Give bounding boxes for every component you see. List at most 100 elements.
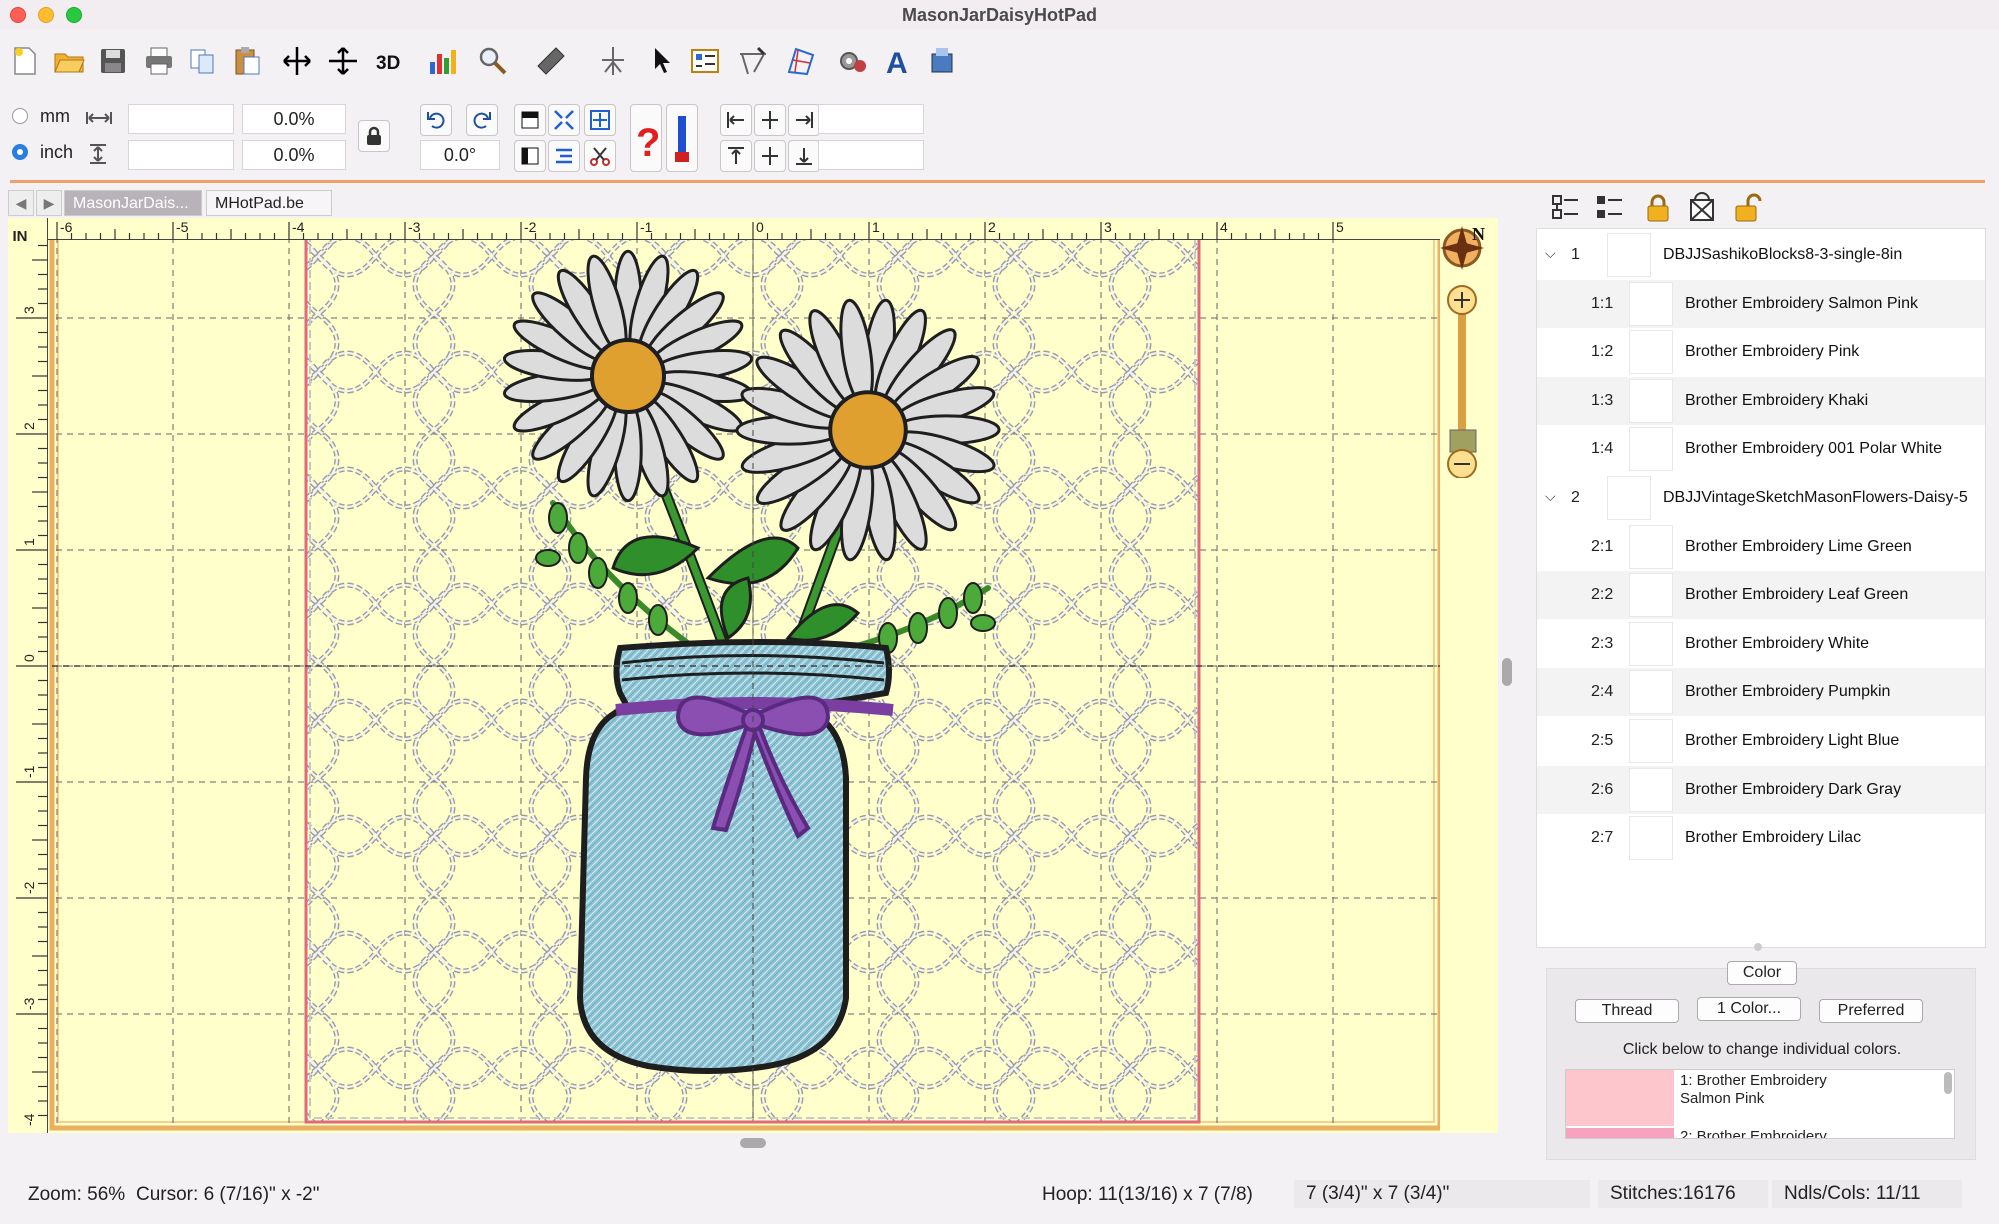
color-swatch[interactable] [1566, 1070, 1674, 1126]
align-right-edge-button[interactable] [788, 104, 820, 136]
save-button[interactable] [94, 42, 132, 80]
zoom-button[interactable] [474, 42, 512, 80]
tree-row-thumbnail [1629, 524, 1673, 569]
stitch-tool-button[interactable] [594, 42, 632, 80]
unit-mm-radio[interactable] [12, 108, 28, 124]
one-color-button[interactable]: 1 Color... [1697, 997, 1801, 1021]
hide-button[interactable] [1686, 192, 1720, 226]
minimize-window-button[interactable] [38, 7, 54, 23]
lock-button[interactable] [1642, 192, 1676, 226]
chevron-down-icon[interactable]: ⌵ [1545, 488, 1556, 505]
mirror-horizontal-button[interactable] [278, 42, 316, 80]
thread-spool-button[interactable] [666, 104, 698, 172]
tree-thread-row[interactable]: 1:2 Brother Embroidery Pink [1537, 328, 1985, 376]
unit-inch-radio[interactable] [12, 144, 28, 160]
rotation-input[interactable]: 0.0° [420, 140, 500, 170]
color-header-button[interactable]: Color [1727, 961, 1797, 985]
design-canvas[interactable]: -6 -5 -4 -3 -2 -1 0 1 2 3 4 5 3 2 1 0 -1 -2 -3 -4 IN N [8, 218, 1498, 1133]
tree-group-row[interactable]: ⌵ 1 DBJJSashikoBlocks8-3-single-8in [1537, 231, 1985, 279]
thread-button[interactable]: Thread [1575, 999, 1679, 1023]
tree-thread-row[interactable]: 1:4 Brother Embroidery 001 Polar White [1537, 425, 1985, 473]
tree-row-number: 1:1 [1591, 294, 1614, 312]
fit-hoop-button[interactable] [548, 104, 580, 136]
tree-thread-row[interactable]: 2:1 Brother Embroidery Lime Green [1537, 523, 1985, 571]
align-right-edge-icon [796, 112, 813, 128]
align-h-center-button[interactable] [754, 104, 786, 136]
color-list[interactable]: 1: Brother Embroidery Salmon Pink 2: Bro… [1565, 1069, 1955, 1139]
tree-row-number: 1:4 [1591, 440, 1614, 458]
print-button[interactable] [140, 42, 178, 80]
maximize-window-button[interactable] [66, 7, 82, 23]
tree-row-number: 2:6 [1591, 780, 1614, 798]
new-file-button[interactable] [6, 42, 44, 80]
3d-view-button[interactable]: 3D [372, 42, 410, 80]
edit-stitches-button[interactable] [734, 42, 772, 80]
statistics-button[interactable] [424, 42, 462, 80]
paste-button[interactable] [228, 42, 266, 80]
copy-button[interactable] [184, 42, 222, 80]
align-top-button[interactable] [514, 104, 546, 136]
hide-box-icon [1690, 192, 1714, 221]
width-input[interactable] [128, 104, 234, 134]
cut-button[interactable] [584, 140, 616, 172]
aspect-lock-button[interactable] [358, 120, 390, 152]
tree-thread-row[interactable]: 2:6 Brother Embroidery Dark Gray [1537, 765, 1985, 814]
export-button[interactable] [924, 42, 962, 80]
close-window-button[interactable] [10, 7, 26, 23]
tree-thread-row[interactable]: 2:2 Brother Embroidery Leaf Green [1537, 571, 1985, 620]
tree-thread-row[interactable]: 2:7 Brother Embroidery Lilac [1537, 814, 1985, 862]
tree-thread-row[interactable]: 1:3 Brother Embroidery Khaki [1537, 376, 1985, 425]
text-tool-button[interactable]: A [880, 42, 918, 80]
unlock-button[interactable] [1730, 192, 1764, 226]
position-y-input[interactable] [818, 140, 924, 170]
flip-vertical-icon [329, 47, 357, 75]
align-top-edge-button[interactable] [720, 140, 752, 172]
chevron-down-icon[interactable]: ⌵ [1545, 245, 1556, 262]
collapse-all-button[interactable] [1594, 192, 1628, 226]
open-file-button[interactable] [50, 42, 88, 80]
expand-all-button[interactable] [1550, 192, 1584, 226]
align-bottom-edge-button[interactable] [788, 140, 820, 172]
vertical-scroll-thumb[interactable] [1502, 658, 1512, 686]
tree-thread-row[interactable]: 2:3 Brother Embroidery White [1537, 620, 1985, 668]
height-input[interactable] [128, 140, 234, 170]
tree-row-thumbnail [1629, 816, 1673, 861]
tree-thread-row[interactable]: 2:5 Brother Embroidery Light Blue [1537, 717, 1985, 765]
tab-mhotpad[interactable]: MHotPad.be [206, 190, 332, 216]
tree-thread-row[interactable]: 1:1 Brother Embroidery Salmon Pink [1537, 279, 1985, 328]
tab-next-button[interactable]: ▶ [36, 190, 62, 216]
rotate-left-button[interactable] [420, 104, 452, 136]
align-left-button[interactable] [514, 140, 546, 172]
measure-button[interactable] [532, 42, 570, 80]
vertical-scrollbar[interactable] [1500, 218, 1516, 1133]
transform-button[interactable] [782, 42, 820, 80]
main-toolbar: 3D A [0, 34, 1999, 86]
preferred-button[interactable]: Preferred [1819, 999, 1923, 1023]
tree-thread-row[interactable]: 2:4 Brother Embroidery Pumpkin [1537, 668, 1985, 717]
panel-splitter[interactable] [1754, 943, 1762, 951]
settings-button[interactable] [834, 42, 872, 80]
stitch-icon [602, 47, 624, 75]
object-tree[interactable]: ⌵ 1 DBJJSashikoBlocks8-3-single-8in 1:1 Brot… [1536, 228, 1986, 948]
tree-group-row[interactable]: ⌵ 2 DBJJVintageSketchMasonFlowers-Daisy-5 [1537, 474, 1985, 522]
tree-row-thumbnail [1607, 233, 1651, 277]
height-percent-input[interactable]: 0.0% [242, 140, 346, 170]
align-v-center-button[interactable] [754, 140, 786, 172]
help-button[interactable]: ? [630, 104, 662, 172]
properties-button[interactable] [686, 42, 724, 80]
left-ruler-tick-label: 3 [21, 306, 37, 314]
mirror-vertical-button[interactable] [324, 42, 362, 80]
select-tool-button[interactable] [644, 42, 682, 80]
position-x-input[interactable] [818, 104, 924, 134]
color-list-scrollbar[interactable] [1944, 1072, 1952, 1094]
distribute-button[interactable] [548, 140, 580, 172]
center-button[interactable] [584, 104, 616, 136]
tab-masonjardaisy[interactable]: MasonJarDais... [64, 190, 202, 216]
tab-prev-button[interactable]: ◀ [8, 190, 34, 216]
left-ruler-tick-label: 2 [21, 422, 37, 430]
align-left-edge-button[interactable] [720, 104, 752, 136]
color-swatch[interactable] [1566, 1128, 1674, 1138]
rotate-right-button[interactable] [466, 104, 498, 136]
width-percent-input[interactable]: 0.0% [242, 104, 346, 134]
horizontal-scroll-thumb[interactable] [740, 1138, 766, 1148]
